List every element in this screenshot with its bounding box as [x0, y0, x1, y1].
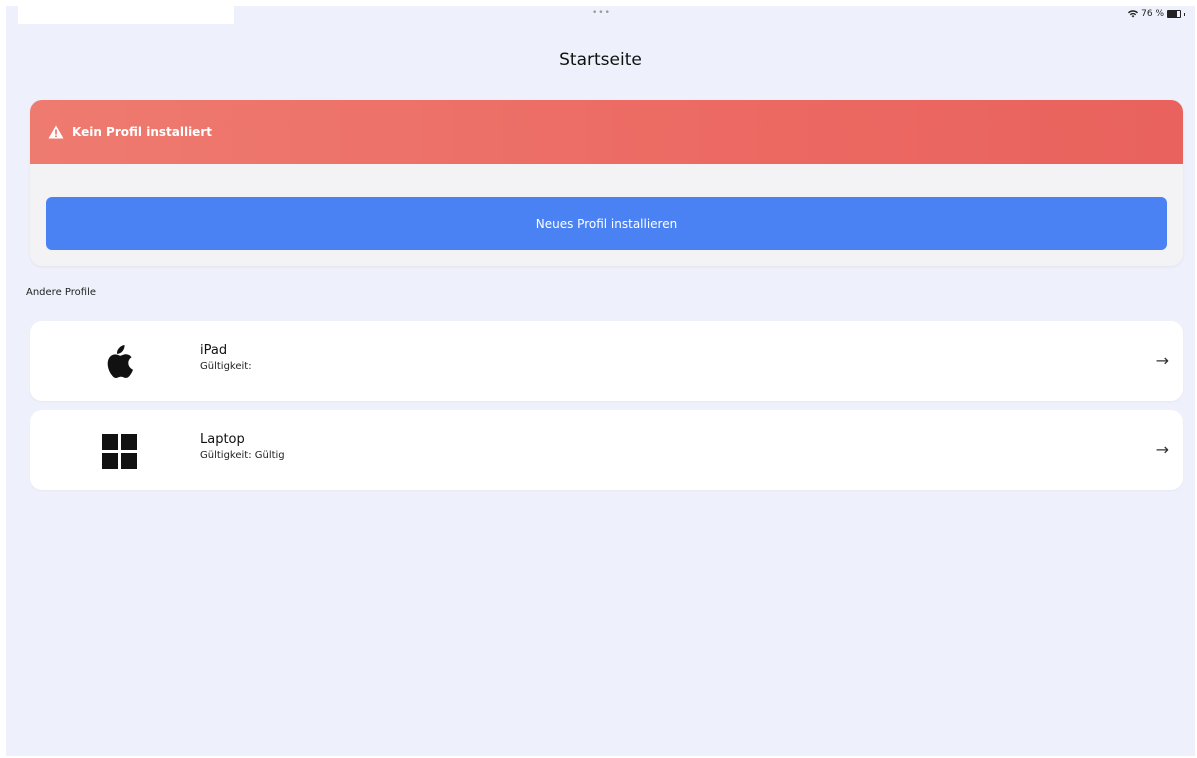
profile-validity: Gültigkeit: Gültig — [200, 450, 285, 461]
arrow-right-icon: → — [1155, 440, 1169, 459]
status-bar-redaction — [18, 6, 234, 24]
status-indicators: 76 % — [1128, 9, 1185, 19]
wifi-icon — [1128, 10, 1139, 18]
profile-name: Laptop — [200, 432, 245, 447]
install-new-profile-button[interactable]: Neues Profil installieren — [46, 197, 1167, 250]
battery-icon — [1167, 10, 1181, 18]
multitasking-dots[interactable]: ••• — [592, 8, 611, 18]
profile-info: Laptop Gültigkeit: Gültig — [200, 432, 285, 464]
alert-header: Kein Profil installiert — [30, 100, 1183, 164]
profile-info: iPad Gültigkeit: — [200, 343, 252, 375]
profile-name: iPad — [200, 343, 228, 358]
status-bar: ••• 76 % — [6, 6, 1195, 26]
profile-row-laptop[interactable]: Laptop Gültigkeit: Gültig → — [30, 410, 1183, 490]
apple-icon — [102, 345, 136, 379]
page-title: Startseite — [559, 50, 642, 70]
battery-level — [1168, 11, 1178, 17]
windows-icon — [101, 433, 137, 469]
battery-nub — [1184, 12, 1185, 16]
other-profiles-heading: Andere Profile — [26, 287, 96, 298]
warning-icon — [48, 125, 64, 139]
no-profile-alert-card: Kein Profil installiert Neues Profil ins… — [30, 100, 1183, 266]
profile-row-ipad[interactable]: iPad Gültigkeit: → — [30, 321, 1183, 401]
arrow-right-icon: → — [1155, 351, 1169, 370]
battery-percent: 76 % — [1141, 9, 1164, 19]
profile-validity: Gültigkeit: — [200, 361, 252, 372]
app-screen: ••• 76 % Startseite Kein Profil installi… — [6, 6, 1195, 756]
alert-message: Kein Profil installiert — [72, 125, 212, 139]
